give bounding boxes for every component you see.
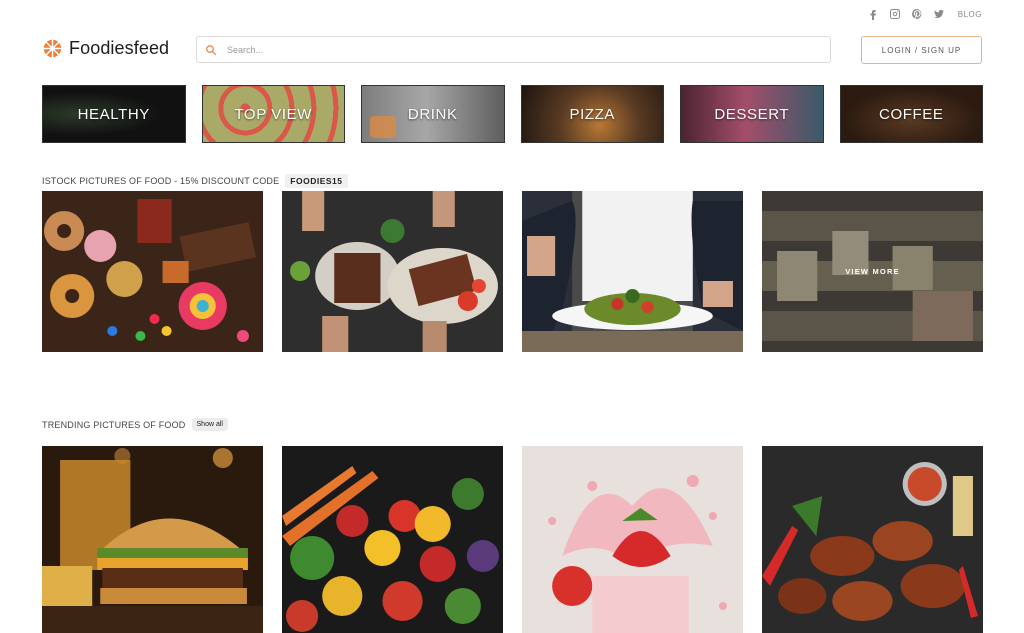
discount-code-badge[interactable]: FOODIES15 — [285, 174, 348, 188]
show-all-button[interactable]: Show all — [191, 418, 228, 431]
category-pizza[interactable]: PIZZA — [520, 85, 664, 143]
photo-grill-table[interactable] — [282, 191, 503, 352]
instagram-icon[interactable] — [889, 8, 902, 21]
search-input[interactable] — [227, 44, 787, 55]
pinterest-icon[interactable] — [911, 8, 924, 21]
blog-link[interactable]: BLOG — [958, 10, 982, 19]
category-drink[interactable]: DRINK — [361, 85, 505, 143]
category-label: PIZZA — [569, 105, 615, 123]
istock-photo-grid: VIEW MORE — [42, 191, 983, 352]
photo-vegetables[interactable] — [282, 446, 503, 633]
istock-section-heading: ISTOCK PICTURES OF FOOD - 15% DISCOUNT C… — [42, 174, 348, 188]
logo[interactable]: Foodiesfeed — [42, 38, 169, 59]
category-top-view[interactable]: TOP VIEW — [201, 85, 345, 143]
logo-icon — [43, 39, 62, 58]
category-dessert[interactable]: DESSERT — [680, 85, 824, 143]
photo-salad[interactable] — [522, 191, 743, 352]
category-label: TOP VIEW — [234, 105, 313, 123]
istock-section-title: ISTOCK PICTURES OF FOOD - 15% DISCOUNT C… — [42, 176, 280, 186]
category-coffee[interactable]: COFFEE — [839, 85, 983, 143]
view-more-overlay[interactable]: VIEW MORE — [762, 191, 983, 352]
trending-section-title: TRENDING PICTURES OF FOOD — [42, 419, 186, 430]
category-healthy[interactable]: HEALTHY — [42, 85, 186, 143]
photo-burger[interactable] — [42, 446, 263, 633]
social-bar: BLOG — [867, 7, 982, 21]
category-label: DRINK — [407, 105, 458, 123]
photo-supermarket[interactable]: VIEW MORE — [762, 191, 983, 352]
facebook-icon[interactable] — [867, 8, 880, 21]
search-icon — [206, 44, 217, 55]
category-label: DESSERT — [714, 105, 790, 123]
header: Foodiesfeed LOGIN / SIGN UP — [42, 36, 982, 64]
photo-chicken-wings[interactable] — [762, 446, 983, 633]
search-box — [196, 36, 831, 63]
brand-name: Foodiesfeed — [69, 38, 170, 58]
trending-photo-grid — [42, 446, 983, 633]
photo-sweets[interactable] — [42, 191, 263, 352]
login-signup-button[interactable]: LOGIN / SIGN UP — [861, 36, 982, 64]
twitter-icon[interactable] — [933, 8, 946, 21]
category-label: HEALTHY — [77, 105, 150, 123]
category-bar: HEALTHY TOP VIEW DRINK PIZZA DESSERT COF… — [42, 85, 983, 143]
category-label: COFFEE — [879, 105, 944, 123]
photo-strawberry-milk[interactable] — [522, 446, 743, 633]
trending-section-heading: TRENDING PICTURES OF FOOD Show all — [42, 418, 228, 431]
